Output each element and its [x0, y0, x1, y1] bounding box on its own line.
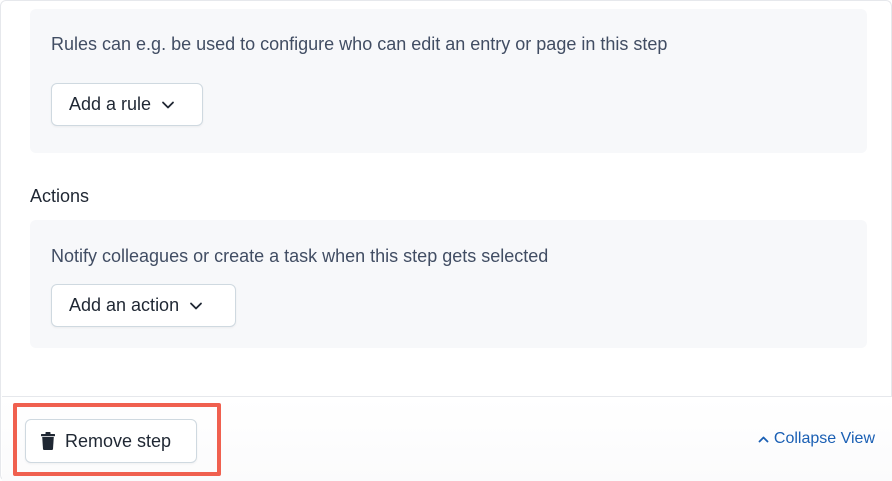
actions-heading: Actions: [30, 186, 90, 206]
collapse-view-link[interactable]: Collapse View: [758, 430, 875, 448]
add-action-label: Add an action: [69, 295, 180, 315]
step-editor-card: Rules can e.g. be used to configure who …: [0, 0, 892, 481]
chevron-up-icon: [758, 434, 769, 445]
actions-panel: Notify colleagues or create a task when …: [30, 220, 867, 348]
chevron-down-icon: [189, 299, 203, 313]
add-rule-label: Add a rule: [69, 94, 152, 114]
remove-step-label: Remove step: [65, 430, 172, 451]
collapse-view-label: Collapse View: [773, 430, 875, 447]
add-action-button[interactable]: Add an action: [51, 284, 236, 327]
remove-step-button[interactable]: Remove step: [25, 419, 197, 463]
chevron-down-icon: [161, 98, 175, 112]
actions-description: Notify colleagues or create a task when …: [51, 246, 549, 266]
add-rule-button[interactable]: Add a rule: [51, 83, 203, 126]
rules-description: Rules can e.g. be used to configure who …: [51, 34, 668, 54]
trash-icon: [41, 432, 55, 450]
rules-panel: Rules can e.g. be used to configure who …: [30, 9, 867, 153]
